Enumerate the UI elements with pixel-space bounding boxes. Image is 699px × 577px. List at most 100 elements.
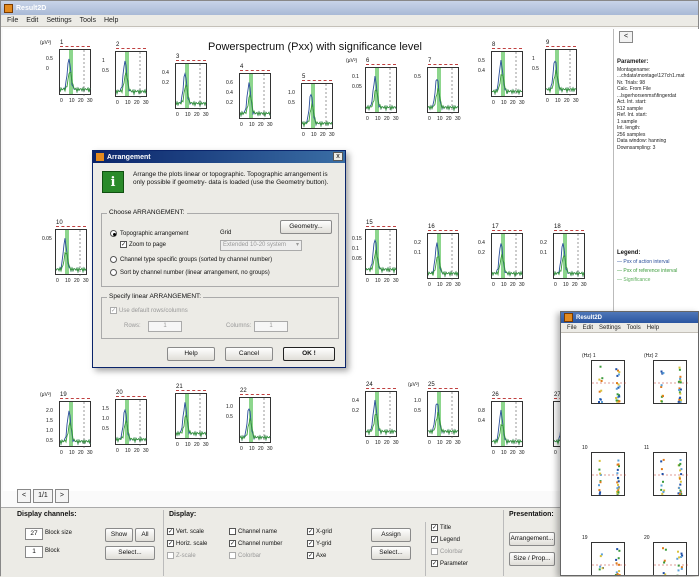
spectrum-line xyxy=(116,61,146,94)
radio-channel-type[interactable]: Channel type specific groups (sorted by … xyxy=(110,256,272,263)
topo-plot-25[interactable]: 25(μV²)1.00.50102030 xyxy=(427,391,459,437)
scatter-point xyxy=(599,473,601,475)
topo-plot-6[interactable]: 6(μV²)0.10.050102030 xyxy=(365,67,397,113)
x-tick-label: 10 xyxy=(65,278,71,284)
topo-plot-20[interactable]: 201.51.00.50102030 xyxy=(115,399,147,445)
checkbox-colorbar[interactable]: Colorbar xyxy=(431,548,463,555)
spectrum-lines xyxy=(302,84,334,130)
radio-topographic[interactable]: Topographic arrangement xyxy=(110,230,188,237)
scatter-point xyxy=(678,389,680,391)
x-tick-label: 30 xyxy=(267,446,273,452)
select-channels-button[interactable]: Select... xyxy=(105,546,155,560)
zoom-to-page-checkbox[interactable]: ✓ Zoom to page xyxy=(120,241,166,248)
topo-plot-7[interactable]: 70.50102030 xyxy=(427,67,459,113)
checkbox-x-grid[interactable]: ✓X-grid xyxy=(307,528,332,535)
y-tick-label: 1.0 xyxy=(414,398,421,404)
x-tick-label: 30 xyxy=(203,442,209,448)
menu-tools[interactable]: Tools xyxy=(627,325,641,331)
cancel-button[interactable]: Cancel xyxy=(225,347,273,361)
x-tick-label: 30 xyxy=(393,116,399,122)
spectrum-line xyxy=(428,257,458,276)
topo-plot-9[interactable]: 910.50102030 xyxy=(545,49,577,95)
significance-marker xyxy=(240,70,270,73)
topo-plot-8[interactable]: 80.50.40102030 xyxy=(491,51,523,97)
checkbox-channel-number[interactable]: ✓Channel number xyxy=(229,540,282,547)
scatter-plot-11[interactable]: 11 xyxy=(653,452,687,496)
next-page-button[interactable]: > xyxy=(55,489,69,503)
topo-plot-2[interactable]: 210.50102030 xyxy=(115,51,147,97)
show-button[interactable]: Show xyxy=(105,528,133,542)
topo-plot-4[interactable]: 40.60.40.20102030 xyxy=(239,73,271,119)
scatter-point xyxy=(679,376,681,378)
checkbox-horiz-scale[interactable]: ✓Horiz. scale xyxy=(167,540,207,547)
topo-plot-24[interactable]: 240.40.20102030 xyxy=(365,391,397,437)
topo-plot-10[interactable]: 100.050102030 xyxy=(55,229,87,275)
scatter-plot-10[interactable]: 10 xyxy=(591,452,625,496)
x-tick-label: 20 xyxy=(258,122,264,128)
size-prop-button[interactable]: Size / Prop... xyxy=(509,552,555,566)
checkbox-channel-name[interactable]: Channel name xyxy=(229,528,277,535)
menu-edit[interactable]: Edit xyxy=(583,325,593,331)
scatter-plot-2[interactable]: (Hz) 2 xyxy=(653,360,687,404)
topo-plot-17[interactable]: 170.40.20102030 xyxy=(491,233,523,279)
all-button[interactable]: All xyxy=(135,528,155,542)
checkbox-box: ✓ xyxy=(307,552,314,559)
assign-button[interactable]: Assign xyxy=(371,528,411,542)
scatter-point xyxy=(661,401,663,403)
menu-tools[interactable]: Tools xyxy=(80,17,96,24)
menu-edit[interactable]: Edit xyxy=(26,17,38,24)
help-button[interactable]: Help xyxy=(167,347,215,361)
menu-settings[interactable]: Settings xyxy=(599,325,621,331)
x-tick-label: 0 xyxy=(492,450,495,456)
menu-help[interactable]: Help xyxy=(647,325,659,331)
arrangement-button[interactable]: Arrangement... xyxy=(509,532,555,546)
topo-plot-22[interactable]: 221.00.50102030 xyxy=(239,397,271,443)
choose-arrangement-group: Choose ARRANGEMENT: Geometry... Topograp… xyxy=(101,213,339,287)
radio-sort[interactable]: Sort by channel number (linear arrangeme… xyxy=(110,269,270,276)
topo-plot-19[interactable]: 19(μV²)2.01.51.00.50102030 xyxy=(59,401,91,447)
checkbox-vert-scale[interactable]: ✓Vert. scale xyxy=(167,528,204,535)
checkbox-box xyxy=(229,528,236,535)
checkbox-colorbar[interactable]: Colorbar xyxy=(229,552,261,559)
rows-input[interactable]: 1 xyxy=(148,321,182,332)
scatter-plot-19[interactable]: 19 xyxy=(591,542,625,576)
topo-plot-15[interactable]: 150.150.10.050102030 xyxy=(365,229,397,275)
topo-plot-16[interactable]: 160.20.10102030 xyxy=(427,233,459,279)
topo-plot-18[interactable]: 180.20.10102030 xyxy=(553,233,585,279)
menu-file[interactable]: File xyxy=(7,17,18,24)
x-tick-label: 30 xyxy=(573,98,579,104)
ok-button[interactable]: OK ! xyxy=(283,347,335,361)
columns-input[interactable]: 1 xyxy=(254,321,288,332)
spectrum-lines xyxy=(60,402,92,448)
close-icon[interactable]: x xyxy=(333,152,343,161)
block-input[interactable]: 1 xyxy=(25,546,43,558)
use-default-checkbox[interactable]: ✓ Use default rows/columns xyxy=(110,307,188,314)
menu-settings[interactable]: Settings xyxy=(46,17,71,24)
scatter-point xyxy=(679,393,681,395)
topo-plot-21[interactable]: 210102030 xyxy=(175,393,207,439)
grid-select[interactable]: Extended 10-20 system ▾ xyxy=(220,240,302,251)
topo-plot-3[interactable]: 30.40.20102030 xyxy=(175,63,207,109)
checkbox-y-grid[interactable]: ✓Y-grid xyxy=(307,540,331,547)
checkbox-legend[interactable]: ✓Legend xyxy=(431,536,460,543)
scatter-plot-20[interactable]: 20 xyxy=(653,542,687,576)
prev-page-button[interactable]: < xyxy=(17,489,31,503)
block-size-input[interactable]: 27 xyxy=(25,528,43,540)
checkbox-label: Channel name xyxy=(238,529,277,535)
checkbox-parameter[interactable]: ✓Parameter xyxy=(431,560,468,567)
topo-plot-1[interactable]: 1(μV²)0.500102030 xyxy=(59,49,91,95)
topo-plot-5[interactable]: 51.00.50102030 xyxy=(301,83,333,129)
significance-marker xyxy=(366,64,396,67)
collapse-panel-button[interactable]: < xyxy=(619,31,633,43)
menu-help[interactable]: Help xyxy=(104,17,118,24)
checkbox-title[interactable]: ✓Title xyxy=(431,524,451,531)
scatter-point xyxy=(679,378,681,380)
divider xyxy=(425,522,426,576)
geometry-button[interactable]: Geometry... xyxy=(280,220,332,234)
checkbox-axe[interactable]: ✓Axe xyxy=(307,552,326,559)
topo-plot-26[interactable]: 260.80.40102030 xyxy=(491,401,523,447)
checkbox-z-scale[interactable]: Z-scale xyxy=(167,552,196,559)
menu-file[interactable]: File xyxy=(567,325,577,331)
select-display-button[interactable]: Select... xyxy=(371,546,411,560)
scatter-plot-1[interactable]: (Hz) 1 xyxy=(591,360,625,404)
